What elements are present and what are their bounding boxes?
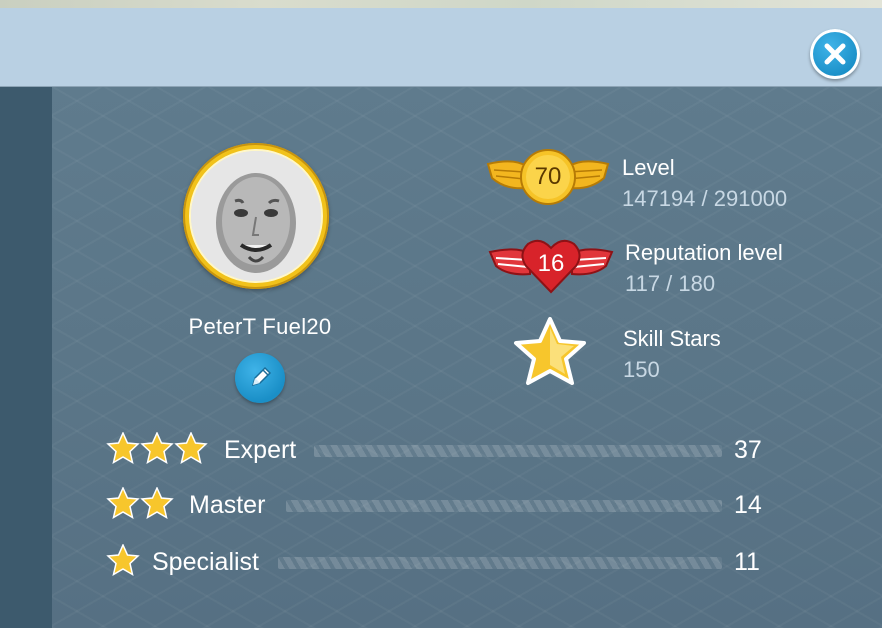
pencil-icon xyxy=(251,366,272,387)
close-icon xyxy=(824,43,846,65)
rank-row-master: Master 14 xyxy=(106,485,766,525)
avatar-photo xyxy=(189,149,323,283)
left-edge-strip xyxy=(0,87,52,628)
avatar xyxy=(183,143,329,289)
star-icon xyxy=(140,487,174,519)
skill-stars-value: 150 xyxy=(623,357,660,382)
username-label: PeterT Fuel20 xyxy=(188,314,332,339)
star-icon xyxy=(140,432,174,464)
skill-star-badge xyxy=(512,316,588,393)
rank-label: Specialist xyxy=(152,548,259,576)
level-badge: 70 xyxy=(486,148,610,211)
reputation-badge: 16 xyxy=(488,234,614,299)
reputation-title: Reputation level xyxy=(625,240,783,265)
rank-stars xyxy=(106,432,208,464)
reputation-badge-number: 16 xyxy=(537,250,565,277)
edit-profile-button[interactable] xyxy=(235,353,285,403)
rank-row-specialist: Specialist 11 xyxy=(106,542,766,582)
star-icon xyxy=(514,317,586,385)
rank-count: 37 xyxy=(734,436,762,464)
level-title: Level xyxy=(622,155,675,180)
level-progress: 147194 / 291000 xyxy=(622,186,788,211)
reputation-progress: 117 / 180 xyxy=(625,271,716,296)
rank-progress-bar xyxy=(314,445,722,457)
close-button[interactable] xyxy=(810,29,860,79)
rank-count: 11 xyxy=(734,548,760,576)
star-icon xyxy=(106,432,140,464)
star-icon xyxy=(174,432,208,464)
rank-stars xyxy=(106,487,174,519)
rank-stars xyxy=(106,544,140,576)
rank-row-expert: Expert 37 xyxy=(106,430,766,470)
skill-stars-title: Skill Stars xyxy=(623,326,721,351)
star-icon xyxy=(106,487,140,519)
rank-label: Master xyxy=(189,491,266,519)
rank-progress-bar xyxy=(286,500,722,512)
rank-progress-bar xyxy=(278,557,722,569)
rank-label: Expert xyxy=(224,436,297,464)
game-map-background xyxy=(0,0,882,8)
profile-header xyxy=(0,8,882,87)
star-icon xyxy=(106,544,140,576)
level-badge-number: 70 xyxy=(534,163,562,190)
rank-count: 14 xyxy=(734,491,762,519)
